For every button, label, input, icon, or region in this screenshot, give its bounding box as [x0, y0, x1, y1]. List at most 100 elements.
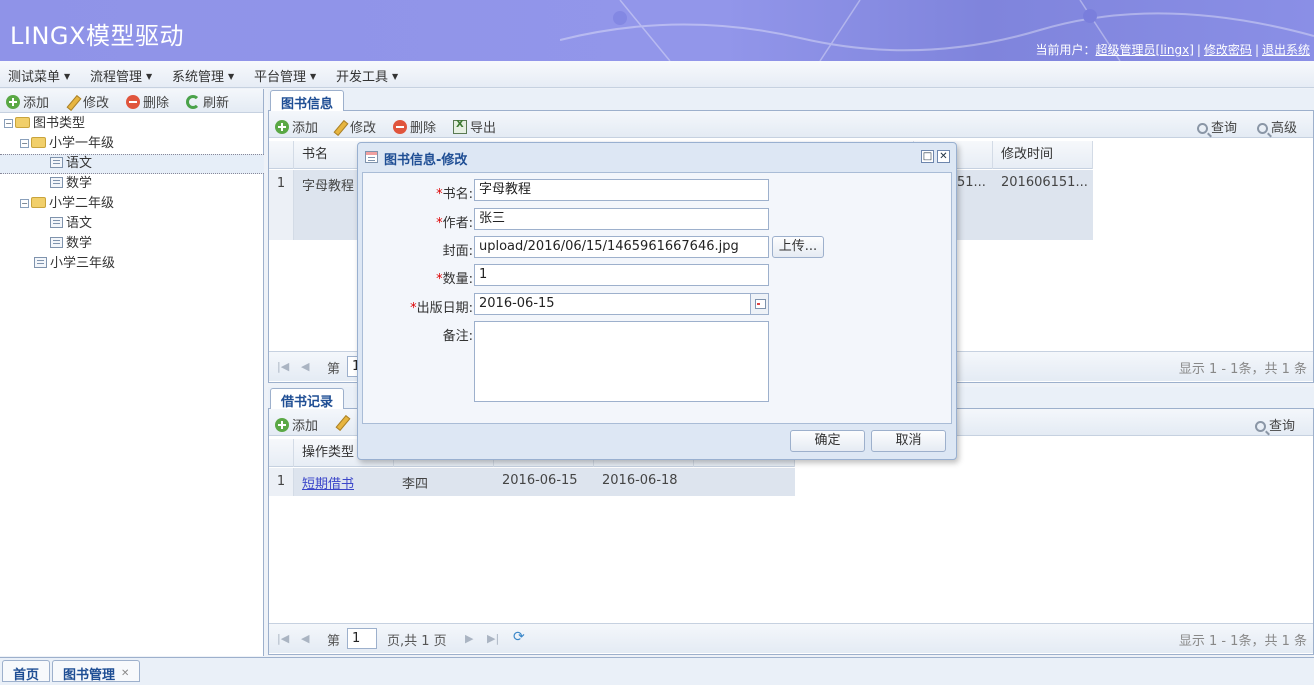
author-input[interactable]: 张三: [474, 208, 769, 230]
borrow-add-button[interactable]: 添加: [275, 415, 318, 434]
label-cover: 封面:: [442, 244, 473, 259]
row-number: 1: [269, 170, 294, 240]
app-title: LINGX模型驱动: [10, 22, 184, 50]
close-icon[interactable]: ✕: [937, 150, 950, 163]
borrow-query-button[interactable]: 查询: [1255, 415, 1295, 434]
cancel-button[interactable]: 取消: [871, 430, 946, 452]
user-name-link[interactable]: 超级管理员[lingx]: [1096, 43, 1194, 57]
document-icon: [50, 217, 63, 228]
books-edit-button[interactable]: 修改: [333, 117, 376, 136]
tree-node-grade2-chinese[interactable]: 语文: [50, 214, 92, 234]
form-icon: [365, 151, 378, 163]
table-row[interactable]: 1 短期借书 李四 2016-06-15 2016-06-18: [269, 468, 795, 496]
collapse-icon[interactable]: −: [20, 199, 29, 208]
ok-button[interactable]: 确定: [790, 430, 865, 452]
tab-home[interactable]: 首页: [2, 660, 51, 683]
menu-workflow[interactable]: 流程管理 ▼: [90, 66, 152, 85]
dialog-body: *书名: 字母教程 *作者: 张三 封面: upload/2016/06/15/…: [362, 172, 952, 424]
page-number-input[interactable]: 1: [347, 628, 377, 649]
page-total-label: 页,共 1 页: [387, 634, 447, 649]
search-icon: [1255, 421, 1266, 432]
tree-node-grade1[interactable]: − 小学一年级: [20, 134, 114, 154]
add-icon: [275, 418, 289, 432]
tab-books[interactable]: 图书信息: [270, 90, 345, 112]
notes-textarea[interactable]: [474, 321, 769, 402]
left-toolbar: 添加 修改 删除 刷新: [0, 89, 263, 113]
logout-link[interactable]: 退出系统: [1262, 43, 1310, 57]
prev-page-icon[interactable]: ◀: [301, 632, 309, 645]
books-pager-summary: 显示 1 - 1条，共 1 条: [1178, 362, 1307, 377]
collapse-icon[interactable]: −: [20, 139, 29, 148]
label-book-name: *书名:: [436, 187, 473, 202]
menu-test[interactable]: 测试菜单 ▼: [8, 66, 70, 85]
tree-node-grade2-math[interactable]: 数学: [50, 234, 92, 254]
search-icon: [1197, 123, 1208, 134]
publish-date-input[interactable]: 2016-06-15: [474, 293, 769, 315]
cell-operation-type-link[interactable]: 短期借书: [294, 473, 354, 492]
menu-system[interactable]: 系统管理 ▼: [172, 66, 234, 85]
cover-path-input[interactable]: upload/2016/06/15/1465961667646.jpg: [474, 236, 769, 258]
tab-book-management[interactable]: 图书管理 ✕: [52, 660, 141, 683]
left-refresh-button[interactable]: 刷新: [186, 92, 229, 111]
borrow-edit-button[interactable]: [335, 415, 352, 431]
upload-button[interactable]: 上传...: [772, 236, 824, 258]
label-publish-date: *出版日期:: [410, 301, 473, 316]
cell-borrower: 李四: [402, 477, 429, 492]
tree-node-root[interactable]: − 图书类型: [4, 114, 85, 134]
maximize-icon[interactable]: □: [921, 150, 934, 163]
caret-down-icon: ▼: [310, 72, 317, 81]
add-icon: [6, 95, 20, 109]
books-tabstrip: 图书信息: [268, 89, 1314, 112]
tree-node-grade2[interactable]: − 小学二年级: [20, 194, 114, 214]
calendar-icon[interactable]: [750, 294, 768, 314]
caret-down-icon: ▼: [146, 72, 153, 81]
delete-icon: [126, 95, 140, 109]
refresh-icon[interactable]: ⟳: [513, 629, 525, 645]
tab-borrow-records[interactable]: 借书记录: [270, 388, 345, 410]
book-name-input[interactable]: 字母教程: [474, 179, 769, 201]
left-panel: 添加 修改 删除 刷新 − 图书类型 − 小学一年级 语文 数学 − 小学二年级 语文…: [0, 89, 264, 656]
books-query-button[interactable]: 查询: [1197, 117, 1237, 136]
left-add-button[interactable]: 添加: [6, 92, 49, 111]
close-icon[interactable]: ✕: [121, 668, 129, 679]
label-notes: 备注:: [442, 329, 473, 344]
tree-selection: [0, 154, 264, 174]
col-modified-time[interactable]: 修改时间: [993, 141, 1093, 169]
pencil-icon: [335, 415, 349, 429]
change-password-link[interactable]: 修改密码: [1204, 43, 1252, 57]
prev-page-icon[interactable]: ◀: [301, 360, 309, 373]
delete-icon: [393, 120, 407, 134]
first-page-icon[interactable]: |◀: [277, 360, 289, 373]
caret-down-icon: ▼: [228, 72, 235, 81]
books-advanced-button[interactable]: 高级: [1257, 117, 1297, 136]
folder-icon: [31, 197, 46, 208]
collapse-icon[interactable]: −: [4, 119, 13, 128]
left-delete-button[interactable]: 删除: [126, 92, 169, 111]
last-page-icon[interactable]: ▶|: [487, 632, 499, 645]
quantity-input[interactable]: 1: [474, 264, 769, 286]
next-page-icon[interactable]: ▶: [465, 632, 473, 645]
label-quantity: *数量:: [436, 272, 473, 287]
advanced-search-icon: [1257, 123, 1268, 134]
dialog-footer: 确定 取消: [358, 426, 956, 459]
books-delete-button[interactable]: 删除: [393, 117, 436, 136]
menu-bar: 测试菜单 ▼ 流程管理 ▼ 系统管理 ▼ 平台管理 ▼ 开发工具 ▼: [0, 61, 1314, 88]
tree-node-grade1-math[interactable]: 数学: [50, 174, 92, 194]
tree-node-grade3[interactable]: 小学三年级: [34, 254, 115, 274]
page-label: 第: [327, 634, 341, 649]
books-export-button[interactable]: 导出: [453, 117, 496, 136]
cell-return-date: 2016-06-18: [602, 473, 678, 488]
menu-platform[interactable]: 平台管理 ▼: [254, 66, 316, 85]
tree-node-grade1-chinese[interactable]: 语文: [50, 154, 92, 174]
menu-devtools[interactable]: 开发工具 ▼: [336, 66, 398, 85]
left-edit-button[interactable]: 修改: [66, 92, 109, 111]
dialog-titlebar[interactable]: 图书信息-修改 □ ✕: [358, 143, 956, 171]
app-header: LINGX模型驱动 当前用户：超级管理员[lingx] | 修改密码 | 退出系统: [0, 0, 1314, 61]
folder-icon: [31, 137, 46, 148]
document-icon: [50, 177, 63, 188]
first-page-icon[interactable]: |◀: [277, 632, 289, 645]
books-add-button[interactable]: 添加: [275, 117, 318, 136]
pencil-icon: [333, 120, 347, 134]
page-label: 第: [327, 362, 341, 377]
dialog-title: 图书信息-修改: [384, 153, 468, 168]
